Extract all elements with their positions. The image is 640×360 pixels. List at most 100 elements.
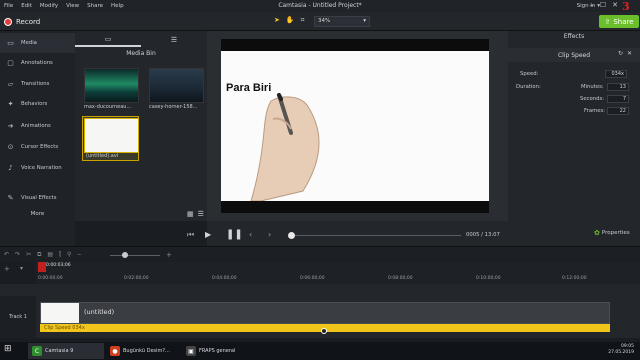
- menu-modify[interactable]: Modify: [36, 3, 62, 9]
- media-thumbnail-forest[interactable]: [149, 68, 204, 103]
- media-icon: ▭: [7, 39, 14, 47]
- zoom-slider-handle[interactable]: [122, 252, 128, 258]
- next-icon[interactable]: ›: [268, 230, 271, 239]
- annotations-icon: ▢: [7, 59, 14, 67]
- playback-time: 0005 / 13:07: [466, 232, 500, 238]
- minutes-label: Minutes:: [581, 84, 604, 90]
- grid-view-icon[interactable]: ▦: [187, 210, 194, 218]
- nav-visual-effects[interactable]: ✎ Visual Effects: [0, 188, 75, 208]
- track-header[interactable]: Track 1: [0, 296, 36, 338]
- menu-edit[interactable]: Edit: [17, 3, 36, 9]
- nav-label: Animations: [21, 123, 51, 129]
- zoom-in-icon[interactable]: +: [166, 251, 172, 259]
- speed-field[interactable]: 034x: [605, 70, 627, 78]
- transitions-icon: ▱: [7, 80, 14, 88]
- timeline-toolbar: [0, 246, 640, 262]
- timeline-zoom-slider[interactable]: [110, 255, 160, 256]
- menu-share[interactable]: Share: [83, 3, 107, 9]
- media-bin-title: Media Bin: [126, 50, 156, 57]
- windows-start-icon[interactable]: ⊞: [4, 344, 18, 358]
- clip-speed-handle[interactable]: [321, 328, 327, 334]
- nav-animations[interactable]: ➔ Animations: [0, 116, 75, 136]
- media-thumbnail-aurora[interactable]: [84, 68, 139, 103]
- ruler-tick: 0:10:00;00: [476, 276, 501, 281]
- record-button[interactable]: Record: [4, 15, 40, 28]
- media-bin-tab-icon[interactable]: ▭: [75, 33, 141, 47]
- split-icon[interactable]: ⫿: [59, 251, 61, 259]
- nav-behaviors[interactable]: ✦ Behaviors: [0, 94, 75, 114]
- taskbar-item-browser[interactable]: ● Bugünkü Desim?...: [106, 343, 178, 359]
- nav-label: Media: [21, 40, 37, 46]
- media-item-label: (untitled).avi: [86, 153, 119, 159]
- nav-cursor-effects[interactable]: ⊙ Cursor Effects: [0, 137, 75, 157]
- zoom-out-icon[interactable]: ⚲: [67, 251, 71, 259]
- pan-icon[interactable]: ✋: [286, 16, 295, 25]
- collapse-icon[interactable]: ▾: [20, 265, 23, 272]
- media-bin-tabs: ▭ ☰: [75, 33, 207, 47]
- media-item-label: casey-horner-158...: [149, 104, 198, 110]
- scrubber-handle[interactable]: [288, 232, 295, 239]
- nav-media[interactable]: ▭ Media: [0, 33, 75, 53]
- cut-icon[interactable]: ✂: [26, 251, 31, 259]
- add-track-icon[interactable]: +: [4, 265, 10, 273]
- nav-transitions[interactable]: ▱ Transitions: [0, 74, 75, 94]
- paste-icon[interactable]: ▤: [47, 251, 53, 259]
- video-frame: [221, 51, 489, 201]
- animations-icon: ➔: [7, 122, 14, 130]
- timeline-clip[interactable]: [40, 302, 610, 324]
- menu-help[interactable]: Help: [107, 3, 128, 9]
- system-clock[interactable]: 09:05 27.05.2019: [608, 344, 634, 356]
- playhead-time: 0:00:03;06: [46, 263, 71, 268]
- microphone-icon: ♪: [8, 164, 13, 172]
- minutes-field[interactable]: 13: [607, 83, 629, 91]
- nav-label: Voice Narration: [21, 165, 62, 171]
- taskbar-item-camtasia[interactable]: C Camtasia 9: [28, 343, 104, 359]
- menu-file[interactable]: File: [0, 3, 17, 9]
- list-view-icon[interactable]: ☰: [198, 210, 204, 218]
- pause-icon[interactable]: ❚❚: [226, 229, 243, 240]
- nav-label: Visual Effects: [21, 195, 57, 201]
- undo-icon[interactable]: ↶: [4, 251, 9, 259]
- frames-field[interactable]: 22: [607, 107, 629, 115]
- ruler-tick: 0:12:00;00: [562, 276, 587, 281]
- taskbar-label: FRAPS general: [199, 348, 236, 354]
- menu-view[interactable]: View: [62, 3, 83, 9]
- clip-speed-actions[interactable]: ↻✕: [618, 50, 636, 57]
- ruler-tick: 0:08:00;00: [388, 276, 413, 281]
- seconds-field[interactable]: 7: [607, 95, 629, 103]
- properties-button[interactable]: ✿ Properties: [594, 229, 630, 237]
- zoom-dropdown[interactable]: 34% ▾: [314, 16, 370, 27]
- ruler-tick: 0:00:00;00: [38, 276, 63, 281]
- step-back-icon[interactable]: ⏮: [187, 230, 194, 240]
- clock-date: 27.05.2019: [608, 350, 634, 355]
- crop-icon[interactable]: ⌗: [301, 16, 305, 25]
- copy-icon[interactable]: ⧉: [37, 251, 41, 259]
- nav-voice-narration[interactable]: ♪ Voice Narration: [0, 158, 75, 178]
- speed-label: Speed:: [520, 71, 539, 77]
- zoom-out-minus-icon[interactable]: ‒: [77, 251, 81, 259]
- nav-label: Cursor Effects: [21, 144, 59, 150]
- drawing-hand-image: [250, 93, 320, 201]
- timeline-ruler[interactable]: 0:00:00;00 0:02:00;00 0:04:00;00 0:06:00…: [36, 262, 640, 284]
- window-controls[interactable]: ‒☐✕: [589, 1, 624, 9]
- frames-label: Frames:: [584, 108, 606, 114]
- nav-annotations[interactable]: ▢ Annotations: [0, 53, 75, 73]
- properties-label: Properties: [601, 230, 630, 236]
- more-button[interactable]: More: [0, 208, 75, 220]
- share-button[interactable]: ⇪ Share: [599, 15, 639, 28]
- playhead[interactable]: [38, 262, 46, 272]
- taskbar-label: Camtasia 9: [45, 348, 74, 354]
- play-icon[interactable]: ▶: [205, 230, 211, 239]
- redo-icon[interactable]: ↷: [15, 251, 20, 259]
- media-thumbnail-untitled[interactable]: [84, 118, 139, 153]
- library-tab-icon[interactable]: ☰: [141, 33, 207, 47]
- seconds-label: Seconds:: [580, 96, 605, 102]
- pointer-icon[interactable]: ➤: [274, 16, 280, 25]
- previous-icon[interactable]: ‹: [249, 230, 252, 239]
- canvas-tools: ➤ ✋ ⌗: [274, 16, 305, 25]
- record-label: Record: [16, 17, 41, 26]
- taskbar-item-fraps[interactable]: ▣ FRAPS general: [182, 343, 252, 359]
- playback-scrubber[interactable]: [291, 235, 461, 236]
- taskbar-label: Bugünkü Desim?...: [123, 348, 170, 354]
- clip-thumbnail: [41, 303, 79, 323]
